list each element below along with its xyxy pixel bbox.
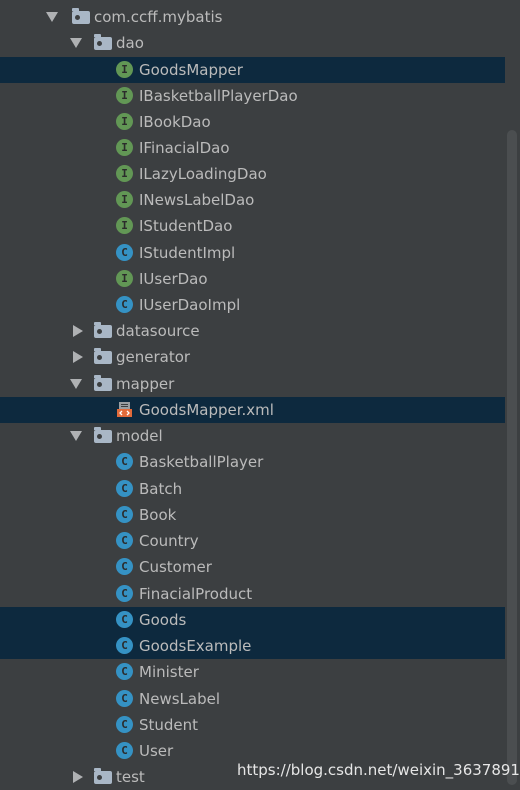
class-icon: C xyxy=(116,506,133,523)
interface-icon: I xyxy=(116,139,133,156)
tree-node-label: IStudentDao xyxy=(139,217,233,235)
tree-node-label: IFinacialDao xyxy=(139,139,230,157)
tree-node-label: User xyxy=(139,742,174,760)
tree-node-label: Goods xyxy=(139,611,187,629)
tree-node-label: IStudentImpl xyxy=(139,244,236,262)
tree-node-label: IBasketballPlayerDao xyxy=(139,87,298,105)
tree-node-label: mapper xyxy=(116,375,175,393)
class-icon: C xyxy=(116,244,133,261)
tree-node-file[interactable]: C GoodsExample xyxy=(0,633,505,659)
class-icon: C xyxy=(116,716,133,733)
class-icon: C xyxy=(116,453,133,470)
tree-node-label: ILazyLoadingDao xyxy=(139,165,267,183)
class-icon: C xyxy=(116,585,133,602)
tree-node-label: test xyxy=(116,768,145,786)
class-icon: C xyxy=(116,611,133,628)
class-icon: C xyxy=(116,558,133,575)
tree-node-file[interactable]: I ILazyLoadingDao xyxy=(0,161,505,187)
tree-node-model[interactable]: model xyxy=(0,423,505,449)
tree-node-label: FinacialProduct xyxy=(139,585,253,603)
tree-node-label: GoodsExample xyxy=(139,637,252,655)
package-folder-icon xyxy=(94,348,112,364)
tree-node-label: Book xyxy=(139,506,177,524)
tree-node-file[interactable]: I INewsLabelDao xyxy=(0,187,505,213)
tree-node-label: BasketballPlayer xyxy=(139,453,264,471)
tree-node-file[interactable]: C Student xyxy=(0,712,505,738)
tree-node-label: model xyxy=(116,427,163,445)
tree-node-file[interactable]: C BasketballPlayer xyxy=(0,449,505,475)
tree-node-file[interactable]: I IFinacialDao xyxy=(0,135,505,161)
tree-node-root-package[interactable]: com.ccff.mybatis xyxy=(0,4,505,30)
tree-node-file[interactable]: I GoodsMapper xyxy=(0,57,505,83)
package-folder-icon xyxy=(94,768,112,784)
class-icon: C xyxy=(116,480,133,497)
tree-node-label: GoodsMapper xyxy=(139,61,243,79)
tree-node-label: Country xyxy=(139,532,199,550)
tree-node-file[interactable]: C Country xyxy=(0,528,505,554)
tree-node-label: IUserDao xyxy=(139,270,208,288)
package-folder-icon xyxy=(72,8,90,24)
tree-node-file[interactable]: C Goods xyxy=(0,607,505,633)
class-icon: C xyxy=(116,532,133,549)
tree-node-label: INewsLabelDao xyxy=(139,191,255,209)
tree-node-file[interactable]: C Minister xyxy=(0,659,505,685)
tree-node-label: Student xyxy=(139,716,199,734)
tree-node-label: IUserDaoImpl xyxy=(139,296,241,314)
interface-icon: I xyxy=(116,87,133,104)
tree-node-generator[interactable]: generator xyxy=(0,344,505,370)
tree-node-label: Batch xyxy=(139,480,183,498)
tree-node-label: dao xyxy=(116,34,144,52)
tree-node-file[interactable]: I IBookDao xyxy=(0,109,505,135)
expand-arrow-icon[interactable] xyxy=(46,12,58,22)
expand-arrow-icon[interactable] xyxy=(70,379,82,389)
tree-node-label: IBookDao xyxy=(139,113,211,131)
interface-icon: I xyxy=(116,113,133,130)
package-folder-icon xyxy=(94,322,112,338)
class-icon: C xyxy=(116,690,133,707)
interface-icon: I xyxy=(116,217,133,234)
collapse-arrow-icon[interactable] xyxy=(73,771,83,783)
tree-node-file[interactable]: C IStudentImpl xyxy=(0,240,505,266)
collapse-arrow-icon[interactable] xyxy=(73,351,83,363)
xml-file-icon xyxy=(117,402,132,417)
class-icon: C xyxy=(116,637,133,654)
tree-node-label: Customer xyxy=(139,558,212,576)
tree-node-file[interactable]: C Customer xyxy=(0,554,505,580)
tree-node-label: NewsLabel xyxy=(139,690,220,708)
expand-arrow-icon[interactable] xyxy=(70,38,82,48)
tree-node-datasource[interactable]: datasource xyxy=(0,318,505,344)
interface-icon: I xyxy=(116,191,133,208)
tree-node-label: generator xyxy=(116,348,191,366)
expand-arrow-icon[interactable] xyxy=(70,431,82,441)
tree-node-mapper[interactable]: mapper xyxy=(0,371,505,397)
tree-node-file[interactable]: C Book xyxy=(0,502,505,528)
tree-node-file[interactable]: C NewsLabel xyxy=(0,686,505,712)
project-tree: com.ccff.mybatis dao I GoodsMapper I IBa… xyxy=(0,0,520,790)
package-folder-icon xyxy=(94,375,112,391)
package-folder-icon xyxy=(94,427,112,443)
class-icon: C xyxy=(116,296,133,313)
interface-icon: I xyxy=(116,270,133,287)
tree-node-file[interactable]: I IUserDao xyxy=(0,266,505,292)
tree-node-label: Minister xyxy=(139,663,199,681)
class-icon: C xyxy=(116,663,133,680)
tree-node-label: datasource xyxy=(116,322,200,340)
tree-node-label: GoodsMapper.xml xyxy=(139,401,274,419)
tree-node-file[interactable]: GoodsMapper.xml xyxy=(0,397,505,423)
interface-icon: I xyxy=(116,61,133,78)
collapse-arrow-icon[interactable] xyxy=(73,325,83,337)
tree-node-label: com.ccff.mybatis xyxy=(94,8,223,26)
interface-icon: I xyxy=(116,165,133,182)
tree-node-file[interactable]: I IBasketballPlayerDao xyxy=(0,83,505,109)
vertical-scrollbar[interactable] xyxy=(507,130,517,785)
package-folder-icon xyxy=(94,34,112,50)
tree-node-file[interactable]: C IUserDaoImpl xyxy=(0,292,505,318)
tree-node-dao[interactable]: dao xyxy=(0,30,505,56)
tree-node-file[interactable]: I IStudentDao xyxy=(0,213,505,239)
tree-node-file[interactable]: C FinacialProduct xyxy=(0,581,505,607)
watermark: https://blog.csdn.net/weixin_36378917 xyxy=(237,761,520,779)
class-icon: C xyxy=(116,742,133,759)
tree-node-file[interactable]: C Batch xyxy=(0,476,505,502)
